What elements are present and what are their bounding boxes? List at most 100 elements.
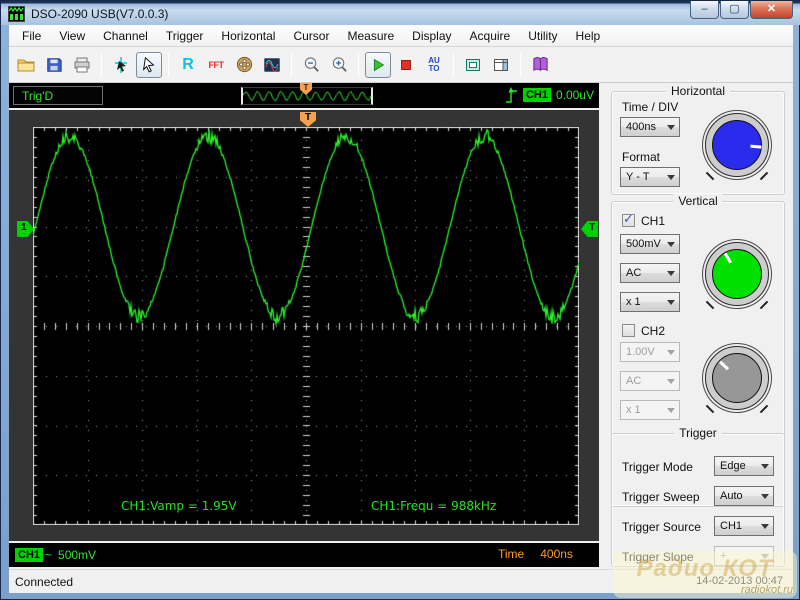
trigger-sweep-select[interactable]: Auto [714,486,774,506]
ch2-probe-select: x 1 [620,400,680,420]
time-value: 400ns [540,547,573,561]
fft-button[interactable]: FFT [203,52,229,78]
trigger-level-marker[interactable]: T [581,221,598,237]
chevron-down-icon [667,271,675,280]
toolbar-separator [520,52,521,77]
trigger-slope-select: + [714,546,774,566]
window-title: DSO-2090 USB(V7.0.0.3) [31,7,169,21]
measurement-freq: CH1:Frequ = 988kHz [371,499,497,513]
toolbar-separator [101,52,102,77]
volts-per-div-readout: 500mV [58,548,97,562]
ch1-position-knob[interactable] [705,242,769,306]
connection-status: Connected [15,575,74,589]
trigger-mode-select[interactable]: Edge [714,456,774,476]
menu-item-horizontal[interactable]: Horizontal [212,26,284,46]
ch2-checkbox[interactable] [622,324,635,337]
chevron-down-icon [761,554,769,563]
format-select[interactable]: Y - T [620,167,680,187]
time-div-select[interactable]: 400ns [620,117,680,137]
close-button[interactable]: ✕ [750,1,793,19]
chevron-down-icon [667,300,675,309]
ch1-badge: CH1 [15,548,44,562]
auto-setup-button[interactable]: AU TO [421,52,447,78]
help-button[interactable] [527,52,553,78]
floppy-icon [47,57,62,72]
folder-icon [17,59,35,71]
zoom-in-button[interactable] [326,52,352,78]
vertical-title: Vertical [673,194,723,208]
edge-trigger-icon [505,87,517,103]
trigger-source-select[interactable]: CH1 [714,516,774,536]
zoom-out-button[interactable] [298,52,324,78]
menu-item-trigger[interactable]: Trigger [157,26,213,46]
control-panel: Horizontal Time / DIV 400ns Format Y - T… [601,83,793,569]
printer-icon [74,57,90,72]
display-mode-button[interactable] [259,52,285,78]
auto-icon: AU TO [428,55,440,73]
menu-item-cursor[interactable]: Cursor [284,26,338,46]
measurement-vamp: CH1:Vamp = 1.95V [121,499,237,513]
app-window: DSO-2090 USB(V7.0.0.3) – ▢ ✕ File View Cha… [0,0,800,600]
help-book-icon [532,56,548,71]
ch1-coupling-select[interactable]: AC [620,263,680,283]
status-bar: Connected 14-02-2013 00:47 [9,569,793,593]
pointer-tool-button[interactable] [136,51,162,78]
refresh-button[interactable]: R [175,52,201,78]
chevron-down-icon [761,464,769,473]
ch1-probe-select[interactable]: x 1 [620,292,680,312]
horizontal-group: Horizontal Time / DIV 400ns Format Y - T [611,84,785,195]
chevron-down-icon [667,408,675,417]
open-button[interactable] [13,52,39,78]
ch1-checkbox[interactable]: ✓ [622,212,635,227]
panel-toggle-button[interactable] [488,52,514,78]
menu-item-help[interactable]: Help [567,26,610,46]
record-button[interactable] [231,52,257,78]
time-readout: Time 400ns [498,547,573,561]
fullscreen-icon [466,58,480,71]
stop-icon [401,59,411,70]
print-button[interactable] [69,52,95,78]
save-button[interactable] [41,52,67,78]
toolbar: R FFT AU TO [9,47,793,83]
play-icon [373,58,385,71]
ch2-checkbox-label: CH2 [641,324,666,338]
chevron-down-icon [761,524,769,533]
menu-item-channel[interactable]: Channel [94,26,157,46]
cursor-measure-button[interactable] [108,52,134,78]
channel-bar: CH1 ~ 500mV Time 400ns [9,543,599,567]
maximize-button[interactable]: ▢ [720,1,749,19]
stop-button[interactable] [393,52,419,78]
menu-item-measure[interactable]: Measure [338,26,403,46]
trigger-source-label: Trigger Source [622,520,701,534]
ch2-volts-select: 1.00V [620,342,680,362]
ch2-position-knob[interactable] [705,346,769,410]
trigger-title: Trigger [674,426,722,440]
chevron-down-icon [667,125,675,134]
horizontal-knob[interactable] [705,113,769,177]
app-icon [8,6,25,22]
menu-item-acquire[interactable]: Acquire [461,26,520,46]
title-bar[interactable]: DSO-2090 USB(V7.0.0.3) – ▢ ✕ [1,1,800,25]
menu-item-display[interactable]: Display [403,26,460,46]
ch1-position-marker[interactable]: 1 [17,221,34,237]
menu-item-file[interactable]: File [13,26,50,46]
panel-layout-icon [494,58,508,71]
pointer-icon [142,56,155,72]
time-label: Time [498,547,525,561]
scope-grid-canvas [33,127,579,525]
trigger-status-strip: Trig'D T CH1 0.00uV [9,83,599,108]
level-readout: 0.00uV [555,88,594,102]
menu-item-view[interactable]: View [50,26,94,46]
minimize-button[interactable]: – [690,1,719,19]
menu-item-utility[interactable]: Utility [519,26,566,46]
trigger-position-marker[interactable]: T [300,112,316,127]
ch1-checkbox-label: CH1 [641,214,666,228]
chevron-down-icon [667,350,675,359]
fullscreen-button[interactable] [460,52,486,78]
horizontal-title: Horizontal [665,84,731,98]
ch1-volts-select[interactable]: 500mV [620,234,680,254]
film-reel-icon [236,56,252,73]
chevron-down-icon [667,379,675,388]
start-button[interactable] [365,51,391,78]
trigger-mode-label: Trigger Mode [622,460,693,474]
